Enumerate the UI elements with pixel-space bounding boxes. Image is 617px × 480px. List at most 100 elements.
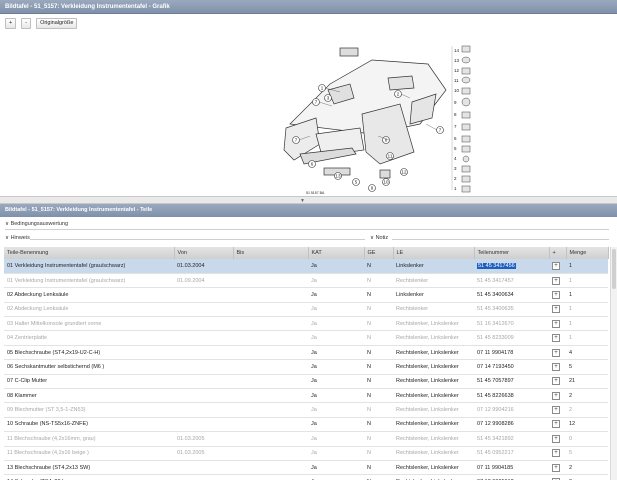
part-number[interactable]: 07 11 9904185 xyxy=(477,465,513,471)
add-to-cart-cell[interactable]: + xyxy=(549,259,566,274)
add-button[interactable]: + xyxy=(552,406,560,415)
add-to-cart-cell[interactable]: + xyxy=(549,388,566,404)
add-to-cart-cell[interactable]: + xyxy=(549,374,566,390)
part-number[interactable]: 07 14 7193450 xyxy=(477,364,514,370)
add-button[interactable]: + xyxy=(552,276,560,285)
cell-kat: Ja xyxy=(308,460,364,476)
note-toggle[interactable]: ∨ Notiz xyxy=(370,233,388,244)
cell-le: Rechtslenker, Linkslenker xyxy=(393,402,474,418)
table-row[interactable]: 02 Abdeckung Lenksäule Ja N Linkslenker 51 4… xyxy=(4,287,608,303)
add-button[interactable]: + xyxy=(552,305,560,314)
cell-ge: N xyxy=(364,287,393,303)
add-button[interactable]: + xyxy=(552,391,560,400)
add-button[interactable]: + xyxy=(552,334,560,343)
add-to-cart-cell[interactable]: + xyxy=(549,330,566,346)
add-to-cart-cell[interactable]: + xyxy=(549,446,566,461)
add-button[interactable]: + xyxy=(552,449,560,458)
part-number-cell: 51 45 8233009 xyxy=(474,330,549,346)
column-header-le[interactable]: LE xyxy=(393,247,475,259)
add-button[interactable]: + xyxy=(552,319,560,328)
table-row[interactable]: 06 Sechskantmutter selbstichernd (M6 ) Ja… xyxy=(4,359,608,375)
table-row[interactable]: 10 Schraube (NS-TS5x16-ZNFE) Ja N Rechtslen… xyxy=(4,417,608,433)
table-row[interactable]: 05 Blechschraube (ST4,2x19-U2-C-H) Ja N Rec… xyxy=(4,345,608,361)
add-to-cart-cell[interactable]: + xyxy=(549,316,566,332)
part-number[interactable]: 51 45 7057897 xyxy=(477,378,514,384)
cell-le: Rechtslenker, Linkslenker xyxy=(393,460,474,476)
table-row[interactable]: 14 Schraube (TS4x20 ) JaNRechtslenker, Li… xyxy=(4,474,608,480)
diagram-code: 51 5157 BA xyxy=(306,191,325,195)
scrollbar-thumb[interactable] xyxy=(612,249,616,289)
add-button[interactable]: + xyxy=(552,463,560,472)
cell-von xyxy=(174,330,233,346)
panel-splitter[interactable]: ▼ xyxy=(0,196,617,204)
column-header-add[interactable]: + xyxy=(549,247,567,259)
table-row[interactable]: 03 Halter Mittelkonsole grundiert vorne J… xyxy=(4,316,608,332)
add-to-cart-cell[interactable]: + xyxy=(549,359,566,375)
cell-von: 01.03.2005 xyxy=(174,446,233,461)
add-to-cart-cell[interactable]: + xyxy=(549,402,566,418)
cell-von xyxy=(174,374,233,390)
part-number-cell: 07 14 7193450 xyxy=(474,359,549,375)
part-number[interactable]: 51 45 3400634 xyxy=(477,292,514,298)
table-row[interactable]: 11 Blechschraube (4,2x16 beige ) 01.03.20… xyxy=(4,446,608,461)
part-number[interactable]: 07 11 9904178 xyxy=(477,350,513,356)
cell-bis xyxy=(233,374,308,390)
table-row[interactable]: 01 Verkleidung Instrumententafel (grau/s… xyxy=(4,273,608,289)
table-row[interactable]: 07 C-Clip Mutter Ja N Rechtslenker, Linksle… xyxy=(4,374,608,390)
add-to-cart-cell[interactable]: + xyxy=(549,302,566,318)
add-to-cart-cell[interactable]: + xyxy=(549,460,566,476)
parts-diagram[interactable]: 1 7 3 6 7 8 5 9 10 11 12 13 2 7 51 5157 … xyxy=(0,32,617,196)
column-header-kat[interactable]: KAT xyxy=(308,247,365,259)
part-number[interactable]: 51 16 3412670 xyxy=(477,321,514,327)
add-to-cart-cell[interactable]: + xyxy=(549,287,566,303)
add-to-cart-cell[interactable]: + xyxy=(549,345,566,361)
part-number[interactable]: 51 45 8226638 xyxy=(477,393,514,399)
zoom-in-button[interactable]: + xyxy=(5,17,17,29)
column-header-quantity[interactable]: Menge xyxy=(566,247,609,259)
add-button[interactable]: + xyxy=(552,420,560,429)
part-number[interactable]: 07 12 9904216 xyxy=(477,407,514,413)
add-button[interactable]: + xyxy=(552,362,560,371)
table-row[interactable]: 08 Klammer Ja N Rechtslenker, Linkslenker 51… xyxy=(4,388,608,404)
cell-ge: N xyxy=(364,374,393,390)
column-header-name[interactable]: Teile-Benennung xyxy=(4,247,175,259)
part-number[interactable]: 51 45 3421892 xyxy=(477,436,514,442)
add-button[interactable]: + xyxy=(552,261,560,270)
part-number[interactable]: 51 45 3417457 xyxy=(477,278,514,284)
legend-part-icon xyxy=(461,67,471,75)
add-button[interactable]: + xyxy=(552,348,560,357)
part-number[interactable]: 51 45 0952217 xyxy=(477,450,514,456)
table-row[interactable]: 11 Blechschraube (4,2x16mm, grau) 01.03.2… xyxy=(4,431,608,447)
original-size-button[interactable]: Originalgröße xyxy=(36,17,78,29)
zoom-out-button[interactable]: - xyxy=(21,17,32,29)
legend-number: 1 xyxy=(454,186,457,191)
column-header-to[interactable]: Bis xyxy=(233,247,309,259)
part-number[interactable]: 51 45 8233009 xyxy=(477,335,514,341)
legend-part-icon xyxy=(461,76,471,84)
table-row[interactable]: 02 Abdeckung Lenksäule Ja N Rechtslenker 51 … xyxy=(4,302,608,318)
add-to-cart-cell[interactable]: + xyxy=(549,273,566,289)
legend-number: 6 xyxy=(454,136,457,141)
hint-toggle[interactable]: ∨ Hinweis xyxy=(5,233,30,244)
table-row[interactable]: 01 Verkleidung Instrumententafel (grau/s… xyxy=(4,259,608,274)
cell-name: 05 Blechschraube (ST4,2x19-U2-C-H) xyxy=(4,345,174,361)
column-header-ge[interactable]: GE xyxy=(364,247,394,259)
part-number[interactable]: 51 45 3417456 xyxy=(477,262,516,269)
part-number[interactable]: 07 12 9908286 xyxy=(477,421,514,427)
table-row[interactable]: 13 Blechschraube (ST4,2x13 SW) Ja N Rechtsl… xyxy=(4,460,608,476)
part-number[interactable]: 51 45 3400635 xyxy=(477,306,514,312)
table-row[interactable]: 04 Zentrierplatte Ja N Rechtslenker, Linksl… xyxy=(4,330,608,346)
column-header-from[interactable]: Von xyxy=(174,247,234,259)
add-to-cart-cell[interactable]: + xyxy=(549,417,566,433)
add-button[interactable]: + xyxy=(552,377,560,386)
add-button[interactable]: + xyxy=(552,434,560,443)
table-scrollbar[interactable] xyxy=(610,247,617,480)
add-to-cart-cell[interactable]: + xyxy=(549,474,566,480)
column-header-part-number[interactable]: Teilenummer xyxy=(474,247,550,259)
table-row[interactable]: 09 Blechmutter (ST 3,5-1-ZN53) Ja N Rechtsl… xyxy=(4,402,608,418)
add-button[interactable]: + xyxy=(552,290,560,299)
add-to-cart-cell[interactable]: + xyxy=(549,431,566,447)
cell-qty: 2 xyxy=(566,460,608,476)
legend-number: 12 xyxy=(454,68,460,73)
legend-number: 3 xyxy=(454,166,457,171)
